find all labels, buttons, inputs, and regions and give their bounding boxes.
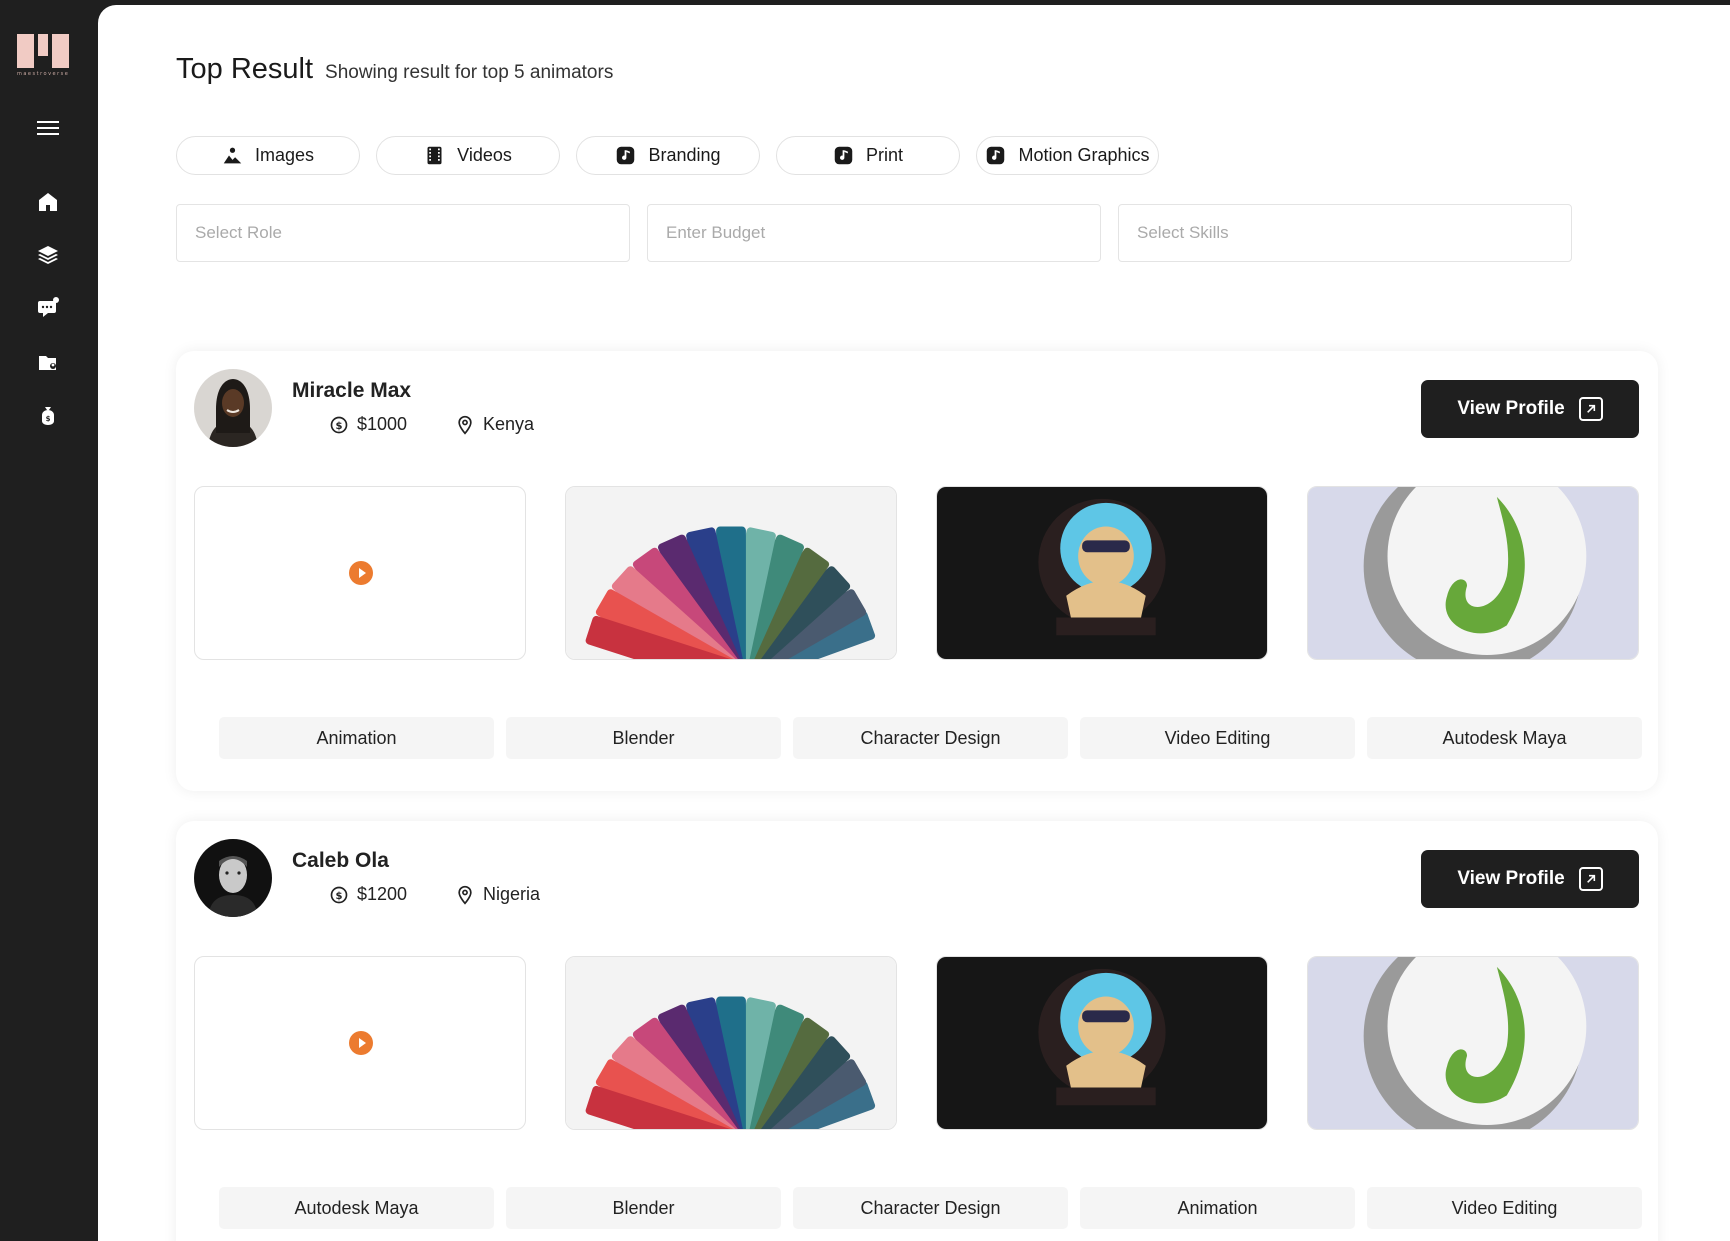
- chip-motion-graphics[interactable]: Motion Graphics: [976, 136, 1159, 175]
- brand-logo[interactable]: maestroverse: [17, 34, 81, 80]
- view-profile-label: View Profile: [1457, 868, 1565, 889]
- view-profile-button[interactable]: View Profile: [1421, 850, 1639, 908]
- play-icon[interactable]: [349, 561, 373, 585]
- chip-print[interactable]: Print: [776, 136, 960, 175]
- layers-icon[interactable]: [34, 241, 62, 269]
- music-note-icon: [987, 146, 1005, 165]
- sticker-art-thumbnail[interactable]: [936, 956, 1268, 1130]
- menu-icon[interactable]: [34, 114, 62, 142]
- svg-text:$: $: [336, 420, 343, 431]
- sidebar: maestroverse $: [0, 0, 98, 1241]
- skill-tag[interactable]: Character Design: [793, 1187, 1068, 1229]
- money-bag-icon[interactable]: $: [34, 402, 62, 430]
- page-subtitle: Showing result for top 5 animators: [325, 62, 614, 83]
- price-value: $1000: [357, 414, 408, 434]
- music-note-icon: [617, 146, 635, 165]
- animator-card: Caleb Ola $ $1200 Nigeria View Profile A…: [176, 821, 1658, 1241]
- dollar-icon: $: [330, 886, 348, 903]
- skill-tag[interactable]: Blender: [506, 1187, 781, 1229]
- select-role-input[interactable]: [176, 204, 630, 262]
- skill-tag[interactable]: Autodesk Maya: [1367, 717, 1642, 759]
- location: Kenya: [455, 414, 534, 435]
- home-icon[interactable]: [34, 188, 62, 216]
- price: $ $1000: [329, 414, 407, 435]
- skill-tag[interactable]: Animation: [1080, 1187, 1355, 1229]
- play-icon[interactable]: [349, 1031, 373, 1055]
- skill-tag[interactable]: Blender: [506, 717, 781, 759]
- select-skills-input[interactable]: [1118, 204, 1572, 262]
- folder-user-icon[interactable]: [34, 349, 62, 377]
- page-header: Top Result Showing result for top 5 anim…: [176, 53, 613, 86]
- chip-label: Videos: [457, 145, 512, 165]
- avatar[interactable]: [194, 839, 272, 917]
- swatch-fan-thumbnail[interactable]: [565, 956, 897, 1130]
- external-link-icon: [1578, 397, 1603, 421]
- portfolio-thumbnails: [194, 956, 1639, 1130]
- skill-tag[interactable]: Video Editing: [1367, 1187, 1642, 1229]
- chip-videos[interactable]: Videos: [376, 136, 560, 175]
- view-profile-label: View Profile: [1457, 398, 1565, 419]
- chip-label: Branding: [648, 145, 721, 165]
- portfolio-thumbnails: [194, 486, 1639, 660]
- 3d-logo-thumbnail[interactable]: [1307, 486, 1639, 660]
- avatar[interactable]: [194, 369, 272, 447]
- price-value: $1200: [357, 884, 408, 904]
- skill-tag[interactable]: Video Editing: [1080, 717, 1355, 759]
- sticker-art-thumbnail[interactable]: [936, 486, 1268, 660]
- location-value: Nigeria: [483, 884, 541, 904]
- chip-label: Motion Graphics: [1018, 145, 1150, 165]
- svg-text:$: $: [336, 890, 343, 901]
- chip-label: Print: [865, 145, 903, 165]
- category-chips: Images Videos Branding Print Motion Grap…: [176, 136, 1159, 175]
- skill-tag[interactable]: Animation: [219, 717, 494, 759]
- view-profile-button[interactable]: View Profile: [1421, 380, 1639, 438]
- location: Nigeria: [455, 884, 540, 905]
- animator-card: Miracle Max $ $1000 Kenya View Profile A…: [176, 351, 1658, 791]
- animator-name[interactable]: Caleb Ola: [292, 849, 389, 873]
- location-value: Kenya: [483, 414, 535, 434]
- chip-branding[interactable]: Branding: [576, 136, 760, 175]
- music-note-icon: [834, 146, 853, 165]
- chat-icon[interactable]: [34, 294, 62, 322]
- dollar-icon: $: [330, 416, 348, 433]
- chip-images[interactable]: Images: [176, 136, 360, 175]
- svg-text:$: $: [46, 415, 51, 423]
- brand-wordmark: maestroverse: [17, 71, 70, 77]
- video-thumbnail[interactable]: [194, 956, 526, 1130]
- video-thumbnail[interactable]: [194, 486, 526, 660]
- 3d-logo-thumbnail[interactable]: [1307, 956, 1639, 1130]
- skill-tags: Animation Blender Character Design Video…: [219, 717, 1642, 759]
- page-title: Top Result: [176, 53, 314, 85]
- skill-tag[interactable]: Character Design: [793, 717, 1068, 759]
- budget-input[interactable]: [647, 204, 1101, 262]
- swatch-fan-thumbnail[interactable]: [565, 486, 897, 660]
- image-icon: [223, 147, 242, 164]
- film-icon: [427, 146, 442, 165]
- price: $ $1200: [329, 884, 407, 905]
- chip-label: Images: [254, 145, 315, 165]
- skill-tags: Autodesk Maya Blender Character Design A…: [219, 1187, 1642, 1229]
- skill-tag[interactable]: Autodesk Maya: [219, 1187, 494, 1229]
- filter-bar: [176, 204, 1572, 262]
- location-pin-icon: [458, 415, 472, 435]
- main-panel: Top Result Showing result for top 5 anim…: [98, 5, 1730, 1241]
- animator-name[interactable]: Miracle Max: [292, 379, 411, 403]
- external-link-icon: [1578, 867, 1603, 891]
- location-pin-icon: [458, 885, 472, 905]
